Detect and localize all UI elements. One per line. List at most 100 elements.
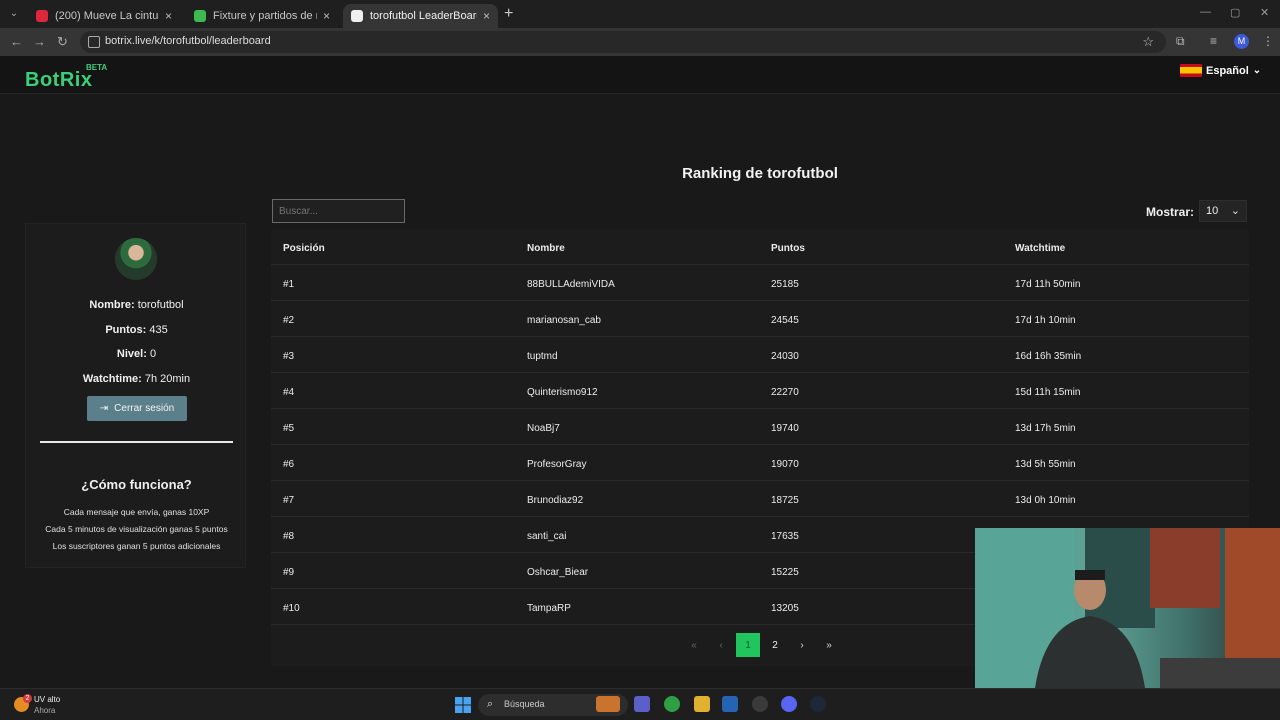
obs-icon[interactable]: [752, 696, 768, 712]
prev-page-icon[interactable]: ‹: [709, 633, 733, 657]
logout-label: Cerrar sesión: [114, 403, 175, 414]
how-line: Cada mensaje que envía, ganas 10XP: [63, 507, 210, 517]
column-header[interactable]: Nombre: [527, 243, 565, 254]
page-2[interactable]: 2: [763, 633, 787, 657]
search-icon: ⌕: [487, 698, 494, 710]
weather-value: UV alto: [34, 695, 61, 704]
youtube-icon: [36, 10, 48, 22]
browser-tab[interactable]: (200) Mueve La cintura mama s ×: [28, 4, 180, 28]
language-label: Español: [1206, 64, 1249, 77]
logout-icon: ⇥: [99, 403, 109, 414]
page-current[interactable]: 1: [736, 633, 760, 657]
cell-name: tuptmd: [527, 351, 558, 362]
cell-points: 25185: [771, 279, 799, 290]
cell-watchtime: 13d 5h 55min: [1015, 459, 1076, 470]
cell-position: #9: [283, 567, 295, 578]
page-size-value: 10: [1206, 205, 1219, 217]
cell-name: Quinterismo912: [527, 387, 598, 398]
pagination: « ‹ 1 2 › »: [682, 633, 844, 657]
tab-list-icon[interactable]: ⌄: [6, 6, 22, 22]
profile-watchtime: Watchtime: 7h 20min: [82, 373, 191, 385]
windows-icon[interactable]: [455, 697, 471, 713]
chrome-icon[interactable]: [664, 696, 680, 712]
cell-watchtime: 17d 11h 50min: [1015, 279, 1081, 290]
close-icon[interactable]: ×: [165, 9, 172, 23]
forward-icon[interactable]: →: [33, 34, 46, 49]
soccer-site-icon: [194, 10, 206, 22]
cell-name: ProfesorGray: [527, 459, 587, 470]
cell-points: 15225: [771, 567, 799, 578]
close-window-icon[interactable]: ✕: [1260, 6, 1269, 19]
logout-button[interactable]: ⇥ Cerrar sesión: [87, 396, 187, 421]
steam-icon[interactable]: [810, 696, 826, 712]
flag-spain-icon: [1180, 64, 1202, 77]
column-header[interactable]: Watchtime: [1015, 243, 1065, 254]
back-icon[interactable]: ←: [10, 34, 23, 49]
cell-name: marianosan_cab: [527, 315, 601, 326]
cell-name: Brunodiaz92: [527, 495, 584, 506]
botrix-logo[interactable]: BotRix: [25, 69, 92, 92]
table-row: #7 Brunodiaz92 18725 13d 0h 10min: [271, 481, 1249, 517]
cell-watchtime: 13d 0h 10min: [1015, 495, 1076, 506]
extensions-icon[interactable]: ⧉: [1176, 34, 1185, 49]
close-icon[interactable]: ×: [323, 9, 330, 23]
more-icon[interactable]: ⋮: [1262, 34, 1274, 48]
first-page-icon[interactable]: «: [682, 633, 706, 657]
profile-avatar[interactable]: M: [1234, 34, 1249, 49]
folder-icon[interactable]: [694, 696, 710, 712]
url-text[interactable]: botrix.live/k/torofutbol/leaderboard: [105, 35, 271, 47]
site-navbar: BotRix BETA Español ⌄: [0, 56, 1280, 94]
maximize-icon[interactable]: ▢: [1230, 6, 1240, 19]
cell-watchtime: 15d 11h 15min: [1015, 387, 1081, 398]
table-row: #2 marianosan_cab 24545 17d 1h 10min: [271, 301, 1249, 337]
profile-name: Nombre: torofutbol: [89, 299, 184, 311]
language-selector[interactable]: Español ⌄: [1180, 64, 1261, 77]
cell-points: 19740: [771, 423, 799, 434]
chevron-down-icon: ⌄: [1252, 65, 1262, 76]
tab-title: Fixture y partidos de mañana e: [213, 10, 317, 22]
cell-position: #8: [283, 531, 295, 542]
column-header[interactable]: Posición: [283, 243, 325, 254]
search-input[interactable]: [272, 199, 405, 223]
how-line: Cada 5 minutos de visualización ganas 5 …: [45, 524, 228, 534]
next-page-icon[interactable]: ›: [790, 633, 814, 657]
browser-tab-active[interactable]: torofutbol LeaderBoard | The b ×: [343, 4, 498, 28]
page-size-select[interactable]: 10 ⌄: [1199, 200, 1247, 222]
webcam-overlay: [975, 528, 1280, 688]
botrix-favicon-icon: [351, 10, 363, 22]
webcam-person-image: [975, 528, 1280, 688]
address-bar[interactable]: botrix.live/k/torofutbol/leaderboard ☆: [80, 31, 1166, 53]
taskbar-search-label: Búsqueda: [504, 699, 545, 709]
site-info-icon[interactable]: [88, 36, 100, 48]
tab-title: torofutbol LeaderBoard | The b: [370, 10, 477, 22]
star-icon[interactable]: ☆: [1142, 34, 1154, 50]
taskbar-app-icon[interactable]: [596, 696, 620, 712]
browser-tab[interactable]: Fixture y partidos de mañana e ×: [186, 4, 338, 28]
cell-position: #10: [283, 603, 300, 614]
how-line: Los suscriptores ganan 5 puntos adiciona…: [52, 541, 221, 551]
close-icon[interactable]: ×: [483, 9, 490, 23]
tab-title: (200) Mueve La cintura mama s: [55, 10, 159, 22]
store-icon[interactable]: [722, 696, 738, 712]
cell-name: Oshcar_Biear: [527, 567, 589, 578]
cell-points: 24545: [771, 315, 799, 326]
taskbar: 2 UV alto Ahora ⌕ Búsqueda: [0, 688, 1280, 720]
teams-icon[interactable]: [634, 696, 650, 712]
cell-position: #2: [283, 315, 295, 326]
reload-icon[interactable]: ↻: [57, 34, 68, 50]
cell-position: #1: [283, 279, 295, 290]
weather-widget[interactable]: 2 UV alto Ahora: [14, 694, 74, 716]
ranking-title: Ranking de torofutbol: [682, 165, 838, 182]
last-page-icon[interactable]: »: [817, 633, 841, 657]
cell-points: 17635: [771, 531, 799, 542]
cell-position: #7: [283, 495, 295, 506]
notification-badge: 2: [23, 694, 32, 703]
plus-icon[interactable]: +: [504, 5, 513, 23]
minimize-icon[interactable]: —: [1200, 6, 1211, 18]
discord-icon[interactable]: [781, 696, 797, 712]
sidebar-icon[interactable]: ≡: [1210, 34, 1217, 48]
table-header: Posición Nombre Puntos Watchtime: [271, 229, 1249, 265]
column-header[interactable]: Puntos: [771, 243, 805, 254]
browser-tabbar: ⌄ (200) Mueve La cintura mama s × Fixtur…: [0, 0, 1280, 28]
beta-badge: BETA: [86, 63, 108, 72]
